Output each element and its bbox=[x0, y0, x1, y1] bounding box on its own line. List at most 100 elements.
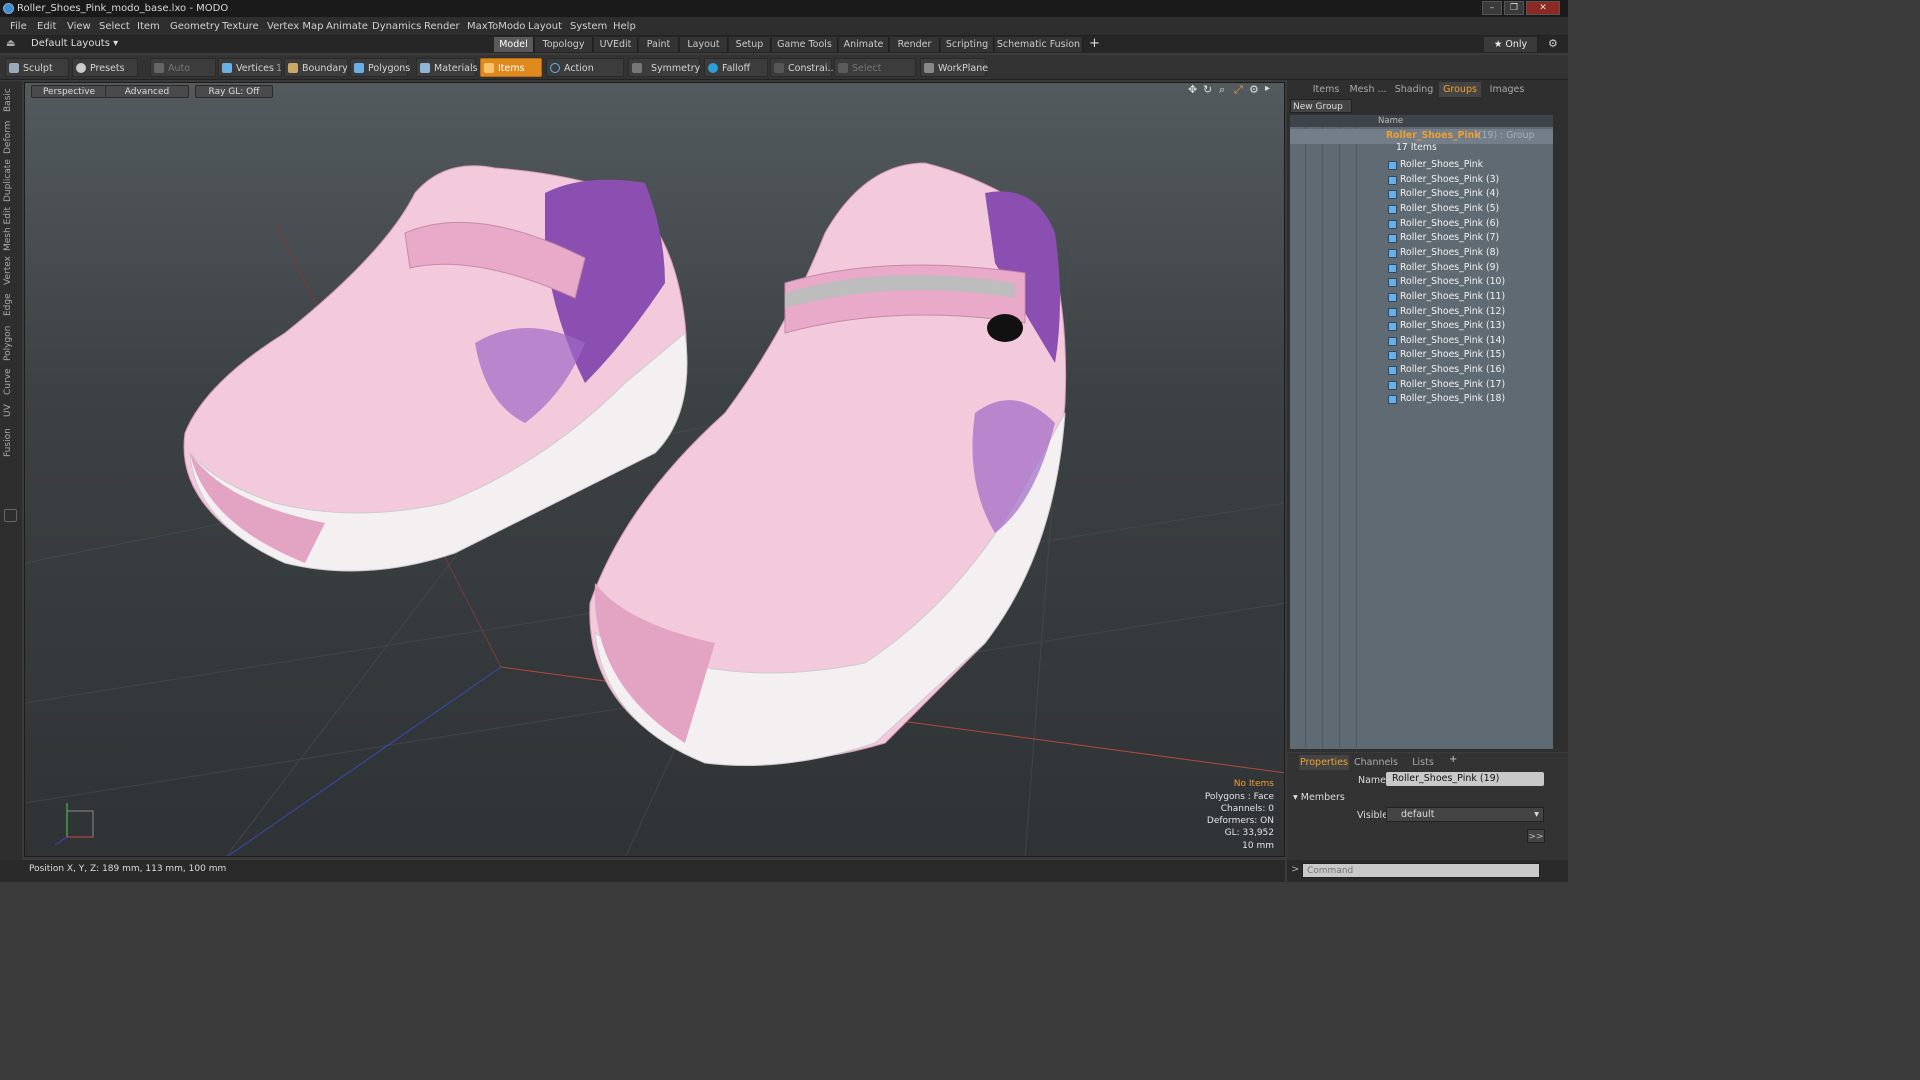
tab-setup[interactable]: Setup bbox=[729, 37, 771, 52]
list-item[interactable]: Roller_Shoes_Pink (5) bbox=[1290, 202, 1553, 217]
menu-geometry[interactable]: Geometry bbox=[170, 21, 220, 32]
auto-select-button[interactable]: Auto Select bbox=[150, 58, 216, 93]
menu-render[interactable]: Render bbox=[424, 21, 460, 32]
tab-fusion[interactable]: Fusion bbox=[3, 425, 19, 461]
list-item[interactable]: Roller_Shoes_Pink (7) bbox=[1290, 231, 1553, 246]
close-button[interactable]: ✕ bbox=[1526, 1, 1560, 15]
raygl-toggle[interactable]: Ray GL: Off bbox=[195, 85, 273, 98]
tab-images[interactable]: Images bbox=[1485, 82, 1529, 97]
polygons-button[interactable]: Polygons bbox=[350, 58, 410, 77]
menu-select[interactable]: Select bbox=[99, 21, 130, 32]
tab-animate[interactable]: Animate bbox=[839, 37, 889, 52]
list-item[interactable]: Roller_Shoes_Pink (13) bbox=[1290, 319, 1553, 334]
list-item[interactable]: Roller_Shoes_Pink (14) bbox=[1290, 334, 1553, 349]
constraints-button[interactable]: Constrai... bbox=[770, 58, 837, 77]
tab-game-tools[interactable]: Game Tools bbox=[772, 37, 838, 52]
menu-layout[interactable]: Layout bbox=[528, 21, 562, 32]
add-panel-tab-button[interactable]: + bbox=[1449, 754, 1457, 765]
list-item[interactable]: Roller_Shoes_Pink (10) bbox=[1290, 275, 1553, 290]
minimize-button[interactable]: – bbox=[1482, 1, 1502, 15]
viewport-settings-icon[interactable]: ⚙ bbox=[1249, 83, 1259, 96]
list-item[interactable]: Roller_Shoes_Pink (6) bbox=[1290, 217, 1553, 232]
tab-scripting[interactable]: Scripting bbox=[941, 37, 994, 52]
zoom-view-icon[interactable]: ⌕ bbox=[1219, 83, 1225, 97]
expand-tabs-icon[interactable] bbox=[4, 509, 17, 522]
visible-dropdown[interactable]: default ▾ bbox=[1386, 807, 1544, 822]
maximize-button[interactable]: ❐ bbox=[1504, 1, 1524, 15]
tab-model[interactable]: Model bbox=[494, 37, 534, 52]
falloff-button[interactable]: Falloff bbox=[704, 58, 768, 77]
shading-dropdown[interactable]: Advanced bbox=[105, 85, 189, 98]
menu-animate[interactable]: Animate bbox=[326, 21, 368, 32]
tab-polygon[interactable]: Polygon bbox=[3, 323, 19, 363]
menu-view[interactable]: View bbox=[67, 21, 91, 32]
3d-viewport[interactable]: Perspective Advanced Ray GL: Off ✥ ↻ ⌕ ⤢… bbox=[24, 82, 1285, 857]
tab-groups[interactable]: Groups bbox=[1439, 82, 1481, 97]
fit-view-icon[interactable]: ⤢ bbox=[1234, 83, 1243, 97]
tab-mesh[interactable]: Mesh ... bbox=[1347, 82, 1389, 97]
tab-curve[interactable]: Curve bbox=[3, 367, 19, 397]
list-item[interactable]: Roller_Shoes_Pink (8) bbox=[1290, 246, 1553, 261]
list-item[interactable]: Roller_Shoes_Pink (9) bbox=[1290, 261, 1553, 276]
expand-arrow-icon[interactable]: ▸ bbox=[1265, 83, 1270, 94]
menu-system[interactable]: System bbox=[570, 21, 607, 32]
menu-maxtomodo[interactable]: MaxToModo bbox=[467, 21, 525, 32]
list-item[interactable]: Roller_Shoes_Pink (17) bbox=[1290, 378, 1553, 393]
menu-item[interactable]: Item bbox=[137, 21, 160, 32]
list-item[interactable]: Roller_Shoes_Pink (15) bbox=[1290, 348, 1553, 363]
gear-icon[interactable]: ⚙ bbox=[1548, 37, 1558, 50]
add-tab-button[interactable]: + bbox=[1089, 36, 1100, 51]
name-field[interactable]: Roller_Shoes_Pink (19) bbox=[1386, 772, 1544, 786]
tab-deform[interactable]: Deform bbox=[3, 119, 19, 155]
action-center-button[interactable]: Action Center bbox=[546, 58, 624, 93]
sculpt-button[interactable]: Sculpt bbox=[5, 58, 69, 77]
menu-edit[interactable]: Edit bbox=[37, 21, 56, 32]
menu-vertex-map[interactable]: Vertex Map bbox=[267, 21, 323, 32]
items-button[interactable]: Items bbox=[480, 58, 542, 77]
menu-texture[interactable]: Texture bbox=[222, 21, 259, 32]
presets-button[interactable]: Presets bbox=[72, 58, 138, 77]
new-group-button[interactable]: New Group bbox=[1290, 99, 1352, 113]
list-item[interactable]: Roller_Shoes_Pink bbox=[1290, 158, 1553, 173]
tab-paint[interactable]: Paint bbox=[639, 37, 679, 52]
tab-channels[interactable]: Channels bbox=[1353, 755, 1399, 770]
boundary-button[interactable]: Boundary bbox=[284, 58, 348, 77]
tab-edge[interactable]: Edge bbox=[3, 291, 19, 319]
select-through-button[interactable]: Select Through bbox=[834, 58, 916, 93]
tab-uvedit[interactable]: UVEdit bbox=[594, 37, 638, 52]
tab-items[interactable]: Items bbox=[1307, 82, 1345, 97]
list-item[interactable]: Roller_Shoes_Pink (16) bbox=[1290, 363, 1553, 378]
list-item[interactable]: Roller_Shoes_Pink (12) bbox=[1290, 305, 1553, 320]
tab-uv[interactable]: UV bbox=[3, 401, 19, 421]
workplane-button[interactable]: WorkPlane bbox=[920, 58, 988, 77]
command-input[interactable] bbox=[1302, 863, 1540, 878]
tab-schematic-fusion[interactable]: Schematic Fusion bbox=[995, 37, 1083, 52]
menu-file[interactable]: File bbox=[10, 21, 27, 32]
tab-mesh-edit[interactable]: Mesh Edit bbox=[3, 207, 19, 251]
members-section[interactable]: ▾ Members bbox=[1293, 792, 1345, 803]
symmetry-button[interactable]: Symmetry bbox=[628, 58, 700, 77]
tab-properties[interactable]: Properties bbox=[1299, 755, 1349, 770]
list-item[interactable]: Roller_Shoes_Pink (4) bbox=[1290, 187, 1553, 202]
list-item[interactable]: Roller_Shoes_Pink (11) bbox=[1290, 290, 1553, 305]
more-button[interactable]: >> bbox=[1527, 829, 1545, 843]
default-layouts-dropdown[interactable]: Default Layouts ▾ bbox=[31, 38, 118, 49]
menu-help[interactable]: Help bbox=[613, 21, 636, 32]
layout-icon[interactable]: ⏏ bbox=[6, 38, 15, 49]
only-toggle[interactable]: ★ Only bbox=[1484, 37, 1538, 52]
vertices-button[interactable]: Vertices 1 bbox=[218, 58, 282, 77]
tab-basic[interactable]: Basic bbox=[3, 85, 19, 115]
menu-dynamics[interactable]: Dynamics bbox=[372, 21, 421, 32]
tab-layout[interactable]: Layout bbox=[680, 37, 728, 52]
tab-vertex[interactable]: Vertex bbox=[3, 255, 19, 287]
group-outliner[interactable]: Name Roller_Shoes_Pink (19) : Group 17 I… bbox=[1290, 115, 1553, 749]
tab-lists[interactable]: Lists bbox=[1403, 755, 1443, 770]
rotate-view-icon[interactable]: ↻ bbox=[1203, 83, 1212, 96]
perspective-dropdown[interactable]: Perspective bbox=[31, 85, 107, 98]
tab-duplicate[interactable]: Duplicate bbox=[3, 159, 19, 203]
tab-topology[interactable]: Topology bbox=[535, 37, 593, 52]
tab-render[interactable]: Render bbox=[890, 37, 940, 52]
move-view-icon[interactable]: ✥ bbox=[1188, 83, 1197, 96]
list-item[interactable]: Roller_Shoes_Pink (18) bbox=[1290, 392, 1553, 407]
materials-button[interactable]: Materials bbox=[416, 58, 478, 77]
